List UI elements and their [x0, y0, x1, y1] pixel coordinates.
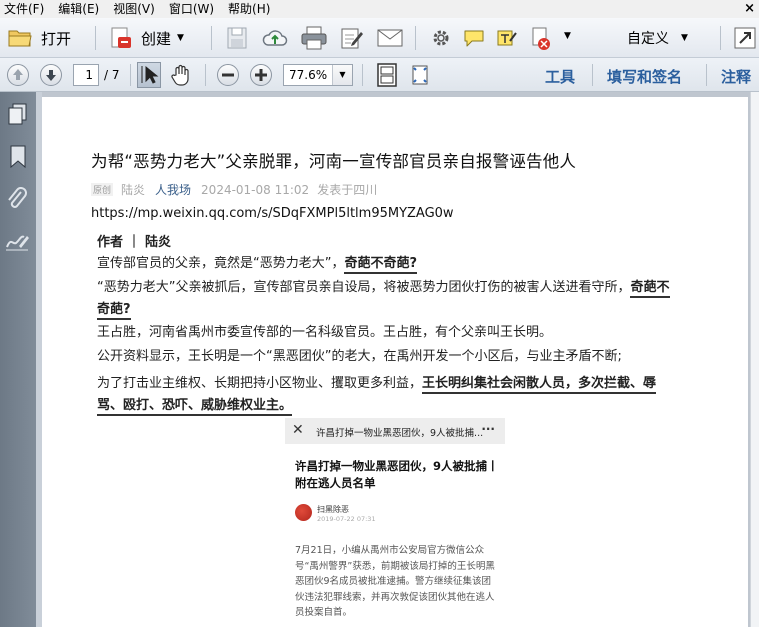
create-button[interactable]: 创建 ▼ [109, 24, 184, 52]
create-label: 创建 [141, 29, 172, 48]
publish-time: 2024-01-08 11:02 [201, 182, 310, 197]
open-label: 打开 [41, 29, 72, 48]
article-meta: 原创 陆炎 人我场 2024-01-08 11:02 发表于四川 [91, 181, 377, 198]
page-total: / 7 [104, 68, 120, 82]
edit-icon[interactable] [340, 26, 364, 50]
menu-edit[interactable]: 编辑(E) [54, 0, 103, 18]
arrow-up-icon [13, 69, 23, 80]
zoom-value: 77.6% [289, 68, 328, 82]
previous-page-button[interactable] [7, 64, 29, 86]
menu-file[interactable]: 文件(F) [0, 0, 48, 18]
publish-location: 发表于四川 [317, 183, 378, 197]
customize-label: 自定义 [627, 31, 669, 47]
menu-window[interactable]: 窗口(W) [165, 0, 218, 18]
cursor-icon [141, 65, 159, 84]
comment-link[interactable]: 注释 [721, 66, 751, 87]
zoom-level-select[interactable]: 77.6% ▼ [283, 64, 353, 86]
bookmark-icon[interactable] [8, 145, 28, 169]
fill-and-sign-link[interactable]: 填写和签名 [607, 66, 682, 87]
paragraph: “恶势力老大”父亲被抓后，宣传部官员亲自设局，将被恶势力团伙打伤的被害人送进看守… [97, 277, 670, 299]
fit-page-icon[interactable] [375, 63, 399, 87]
hand-tool-icon[interactable] [169, 63, 193, 87]
menu-bar: 文件(F) 编辑(E) 视图(V) 窗口(W) 帮助(H) × [0, 0, 759, 18]
embedded-source-time: 2019-07-22 07:31 [317, 515, 376, 523]
paragraph-continuation: 奇葩? [97, 299, 131, 321]
next-page-button[interactable] [40, 64, 62, 86]
navigation-toolbar: 1 / 7 77.6% ▼ 工具 填写和签名 注释 [0, 58, 759, 92]
embedded-body-text: 7月21日，小编从禹州市公安局官方微信公众号“禹州警界”获悉，前期被该局打掉的王… [295, 545, 495, 618]
paragraph: 公开资料显示，王长明是一个“黑恶团伙”的老大，在禹州开发一个小区后，与业主矛盾不… [97, 349, 622, 364]
page-number-input[interactable]: 1 [73, 64, 99, 86]
create-pdf-icon [111, 27, 131, 48]
gear-icon[interactable] [431, 28, 451, 48]
highlight-text: 奇葩不 [630, 280, 670, 298]
arrow-down-icon [46, 70, 56, 81]
full-screen-icon[interactable] [408, 63, 432, 87]
attachment-icon[interactable] [6, 187, 28, 211]
signature-icon[interactable] [5, 232, 29, 252]
highlight-text: 王长明纠集社会闲散人员，多次拦截、辱 [422, 376, 657, 394]
embedded-title-bar: ✕ 许昌打掉一物业黑恶团伙，9人被批捕... ··· [285, 418, 505, 444]
embedded-source: 扫黑除恶 [317, 505, 349, 514]
cloud-upload-icon[interactable] [262, 27, 288, 49]
minus-icon [222, 73, 234, 77]
folder-icon [8, 30, 32, 47]
customize-button[interactable]: 自定义 ▼ [627, 24, 688, 52]
article-author: 陆炎 [121, 183, 146, 197]
vertical-scrollbar[interactable] [750, 92, 759, 627]
menu-help[interactable]: 帮助(H) [224, 0, 274, 18]
avatar [295, 504, 312, 521]
embedded-screenshot: ✕ 许昌打掉一物业黑恶团伙，9人被批捕... ··· 许昌打掉一物业黑恶团伙，9… [285, 418, 505, 627]
select-tool-button[interactable] [137, 62, 161, 88]
plus-icon [255, 69, 267, 81]
paragraph: 为了打击业主维权、长期把持小区物业、攫取更多利益，王长明纠集社会闲散人员，多次拦… [97, 373, 657, 395]
embedded-article-title: 许昌打掉一物业黑恶团伙，9人被批捕丨附在逃人员名单 [295, 459, 499, 490]
more-icon: ··· [481, 422, 495, 436]
highlight-text: 骂、殴打、恐吓、威胁维权业主。 [97, 398, 293, 416]
save-icon[interactable] [227, 27, 247, 49]
print-icon[interactable] [301, 26, 327, 50]
article-title: 为帮“恶势力老大”父亲脱罪，河南一宣传部官员亲自报警诬告他人 [91, 152, 577, 171]
article-byline: 作者 ｜ 陆炎 [97, 235, 172, 250]
account-name-link[interactable]: 人我场 [155, 181, 191, 198]
highlight-text: 奇葩不奇葩? [344, 256, 418, 274]
article-url[interactable]: https://mp.weixin.qq.com/s/SDqFXMPl5ltlm… [91, 206, 454, 221]
close-icon[interactable]: × [744, 0, 755, 18]
comment-icon[interactable] [463, 28, 485, 48]
zoom-out-button[interactable] [217, 64, 239, 86]
remove-doc-icon[interactable] [530, 27, 552, 51]
email-icon[interactable] [377, 28, 403, 48]
highlight-text: 奇葩? [97, 302, 131, 320]
paragraph-continuation: 骂、殴打、恐吓、威胁维权业主。 [97, 395, 293, 417]
close-icon: ✕ [292, 422, 304, 438]
navigation-pane [0, 92, 36, 627]
main-toolbar: 打开 创建 ▼ ▼ 自定义 ▼ [0, 18, 759, 58]
expand-icon[interactable] [734, 27, 756, 49]
zoom-in-button[interactable] [250, 64, 272, 86]
tools-link[interactable]: 工具 [545, 66, 575, 87]
chevron-down-icon: ▼ [681, 33, 688, 43]
more-tools-chevron-icon[interactable]: ▼ [564, 31, 571, 41]
embedded-bar-title: 许昌打掉一物业黑恶团伙，9人被批捕... [316, 428, 484, 439]
chevron-down-icon[interactable]: ▼ [332, 65, 352, 85]
menu-view[interactable]: 视图(V) [109, 0, 159, 18]
page-thumbnails-icon[interactable] [7, 103, 29, 125]
paragraph: 王占胜，河南省禹州市委宣传部的一名科级官员。王占胜，有个父亲叫王长明。 [97, 325, 553, 340]
open-button[interactable]: 打开 [8, 24, 71, 52]
paragraph: 宣传部官员的父亲，竟然是“恶势力老大”，奇葩不奇葩? [97, 253, 418, 275]
chevron-down-icon: ▼ [177, 33, 184, 43]
highlight-text-icon[interactable] [496, 27, 518, 49]
original-badge: 原创 [91, 183, 114, 196]
